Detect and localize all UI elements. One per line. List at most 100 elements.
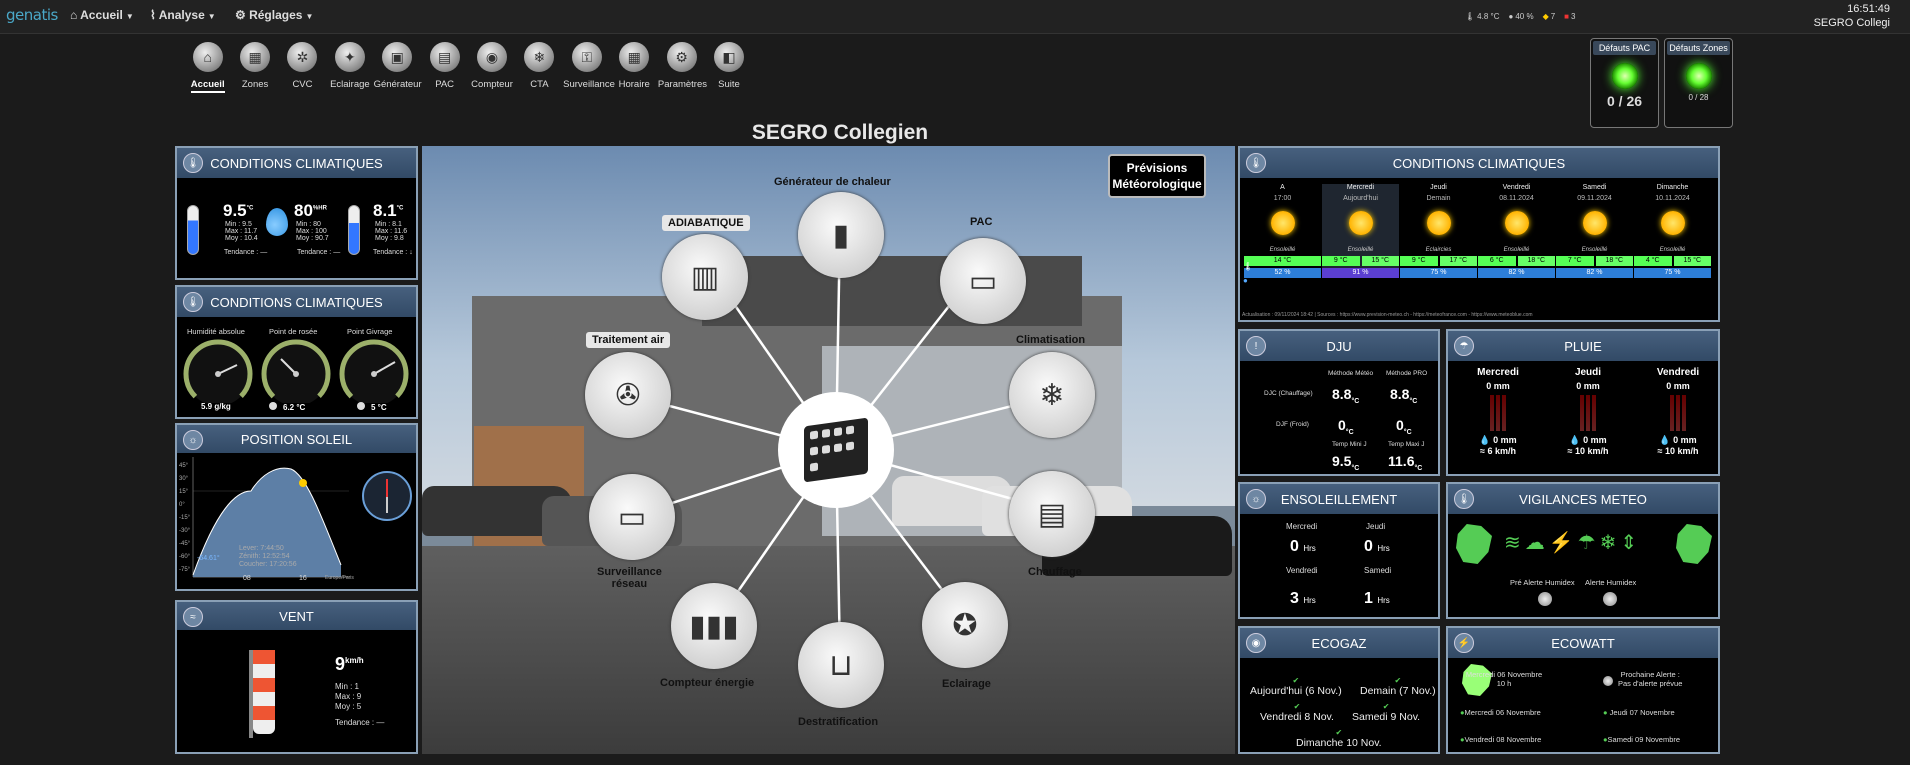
toolbar-snowflake[interactable]: ❄ CTA xyxy=(516,42,563,93)
forecast-day[interactable]: Samedi 09.11.2024 Ensoleillé 7 °C 18 °C 82 % xyxy=(1556,184,1633,278)
thermometer-icon: 🌡 xyxy=(1246,153,1266,173)
panel-title: CONDITIONS CLIMATIQUES xyxy=(210,155,383,171)
node-surveillance[interactable]: ▭ xyxy=(589,474,675,560)
dju-tmin: 9.5°C xyxy=(1332,453,1360,472)
hum-value: 80%HR xyxy=(294,201,327,221)
dju-row2-v1: 0°C xyxy=(1338,417,1354,436)
france-map-icon[interactable] xyxy=(1456,524,1492,564)
ecogaz-day5: ✔ Dimanche 10 Nov. xyxy=(1296,728,1382,749)
menu-accueil[interactable]: ⌂ Accueil ▼ xyxy=(70,8,134,22)
ensol-day2: Jeudi xyxy=(1366,522,1386,531)
forecast-day-sub: Aujourd'hui xyxy=(1343,195,1378,202)
label-eclairage: Eclairage xyxy=(942,678,991,690)
toolbar-generator[interactable]: ▣ Générateur xyxy=(374,42,422,93)
ecowatt-day1: ●Mercredi 06 Novembre xyxy=(1460,708,1541,717)
toolbar-label: PAC xyxy=(435,79,455,90)
toolbar-gears[interactable]: ⚙ Paramètres xyxy=(657,42,708,93)
ensol-day3: Vendredi xyxy=(1286,566,1318,575)
hvac-icon: ✲ xyxy=(287,42,318,72)
ecowatt-day2: ● Jeudi 07 Novembre xyxy=(1603,708,1675,717)
toolbar-lock[interactable]: ⚿ Surveillance xyxy=(563,42,615,93)
toolbar-meter[interactable]: ◉ Compteur xyxy=(468,42,515,93)
status-alarm[interactable]: ■ 3 xyxy=(1564,12,1575,21)
check-icon: ✔ xyxy=(1335,728,1343,737)
panel-conditions-climatiques: 🌡 CONDITIONS CLIMATIQUES 9.5°C Min : 9.5 M… xyxy=(175,146,418,280)
temp-out-unit: °C xyxy=(396,205,404,212)
boiler-icon: ▮ xyxy=(832,218,850,252)
toolbar-label: Eclairage xyxy=(330,79,370,90)
rain-icon: ☂ xyxy=(1454,336,1474,356)
gauge-givrage xyxy=(339,339,409,403)
gauge-givrage-value: 5 °C xyxy=(357,402,387,412)
heatpump-icon: ▤ xyxy=(429,42,460,72)
node-traitement-air[interactable]: ✇ xyxy=(585,352,671,438)
forecast-tmin: 9 °C xyxy=(1322,256,1360,266)
bulb-icon: ✪ xyxy=(952,608,978,642)
toolbar-heatpump[interactable]: ▤ PAC xyxy=(421,42,468,93)
pluie-day-mm: 0 mm xyxy=(1576,381,1600,391)
forecast-day[interactable]: Vendredi 08.11.2024 Ensoleillé 6 °C 18 °C 82 … xyxy=(1478,184,1555,278)
toolbar-home[interactable]: ⌂ Accueil xyxy=(184,42,231,93)
forecast-desc: Eclaircies xyxy=(1425,247,1452,253)
wind-icon: ≈ xyxy=(1657,446,1663,456)
info-icon: ! xyxy=(1246,336,1266,356)
forecast-button[interactable]: Prévisions Météorologique xyxy=(1108,154,1206,198)
gauge-rosee xyxy=(261,339,331,403)
forecast-day[interactable]: Dimanche 10.11.2024 Ensoleillé 4 °C 15 °C 75 … xyxy=(1634,184,1711,278)
panel-title: ECOWATT xyxy=(1551,635,1615,651)
node-climatisation[interactable]: ❄ xyxy=(1009,352,1095,438)
forecast-label-1: Prévisions xyxy=(1126,161,1188,175)
toolbar-box[interactable]: ◧ Suite xyxy=(705,42,752,93)
forecast-day-name: Vendredi xyxy=(1502,184,1531,191)
node-generateur[interactable]: ▮ xyxy=(798,192,884,278)
node-chauffage[interactable]: ▤ xyxy=(1009,471,1095,557)
panel-header: ≈ VENT xyxy=(177,602,416,630)
genatis-logo[interactable]: genatis xyxy=(6,6,58,24)
alarm-icon: ■ xyxy=(1564,12,1570,21)
toolbar-bulb[interactable]: ✦ Eclairage xyxy=(326,42,373,93)
pluie-day-name: Jeudi xyxy=(1574,367,1602,378)
module-toolbar: ⌂ Accueil ▦ Zones ✲ CVC ✦ Eclairage ▣ Générateur ▤… xyxy=(184,42,753,93)
node-compteur[interactable]: ▮▮▮ xyxy=(671,583,757,669)
sun-angle: -64.61° xyxy=(197,555,220,562)
forecast-day[interactable]: Mercredi Aujourd'hui Ensoleillé 9 °C 15 °C 91… xyxy=(1322,184,1399,278)
toolbar-hvac[interactable]: ✲ CVC xyxy=(279,42,326,93)
panel-ecowatt: ⚡ ECOWATT Mercredi 06 Novembre 10 h Procha… xyxy=(1446,626,1720,754)
menu-analyse[interactable]: ⌇ Analyse ▼ xyxy=(150,8,216,22)
node-pac[interactable]: ▭ xyxy=(940,238,1026,324)
alarm-box-pac[interactable]: Défauts PAC 0 / 26 xyxy=(1590,38,1659,128)
node-destratification[interactable]: ⊔ xyxy=(798,622,884,708)
rain-bars xyxy=(1458,395,1538,433)
thermometer-in-icon xyxy=(187,205,199,255)
wind-speed: 9 xyxy=(335,654,346,674)
pluie-rain: 💧 0 mm xyxy=(1659,435,1697,445)
alarm-box-zones[interactable]: Défauts Zones 0 / 28 xyxy=(1664,38,1733,128)
toolbar-calendar[interactable]: ▦ Horaire xyxy=(611,42,658,93)
menu-reglages[interactable]: ⚙ Réglages ▼ xyxy=(235,8,313,22)
controller-box-icon xyxy=(804,417,868,483)
drop-icon: 💧 xyxy=(1659,435,1671,445)
forecast-day-sub: 08.11.2024 xyxy=(1499,195,1534,202)
gauge-humidite xyxy=(183,339,253,403)
toolbar-label: Zones xyxy=(241,79,269,90)
forecast-day-name: Dimanche xyxy=(1656,184,1689,191)
status-alert[interactable]: ◆ 7 xyxy=(1543,12,1556,21)
wind-icon: ≈ xyxy=(1567,446,1573,456)
sun-icon xyxy=(1504,211,1529,235)
wind-icon: ≈ xyxy=(1480,446,1485,456)
destratifier-icon: ⊔ xyxy=(829,648,853,682)
dju-tmax-label: Temp Maxi J xyxy=(1388,441,1425,448)
forecast-label-2: Météorologique xyxy=(1112,177,1202,191)
node-adiabatique[interactable]: ▥ xyxy=(662,234,748,320)
panel-header: 🌡 CONDITIONS CLIMATIQUES xyxy=(1240,148,1718,178)
controller-hub[interactable] xyxy=(778,392,894,508)
site-name: SEGRO Collegi xyxy=(1813,17,1890,29)
pluie-day: Vendredi 0 mm 💧 0 mm ≈ 10 km/h xyxy=(1638,367,1718,456)
france-map-icon[interactable] xyxy=(1676,524,1712,564)
gauge-label-givrage: Point Givrage xyxy=(347,327,393,336)
node-eclairage[interactable]: ✪ xyxy=(922,582,1008,668)
toolbar-zones[interactable]: ▦ Zones xyxy=(231,42,278,93)
forecast-day[interactable]: A 17:00 Ensoleillé 14 °C 52 % xyxy=(1244,184,1321,278)
toolbar-label: Paramètres xyxy=(657,79,708,90)
forecast-day[interactable]: Jeudi Demain Eclaircies 9 °C 17 °C 75 % xyxy=(1400,184,1477,278)
